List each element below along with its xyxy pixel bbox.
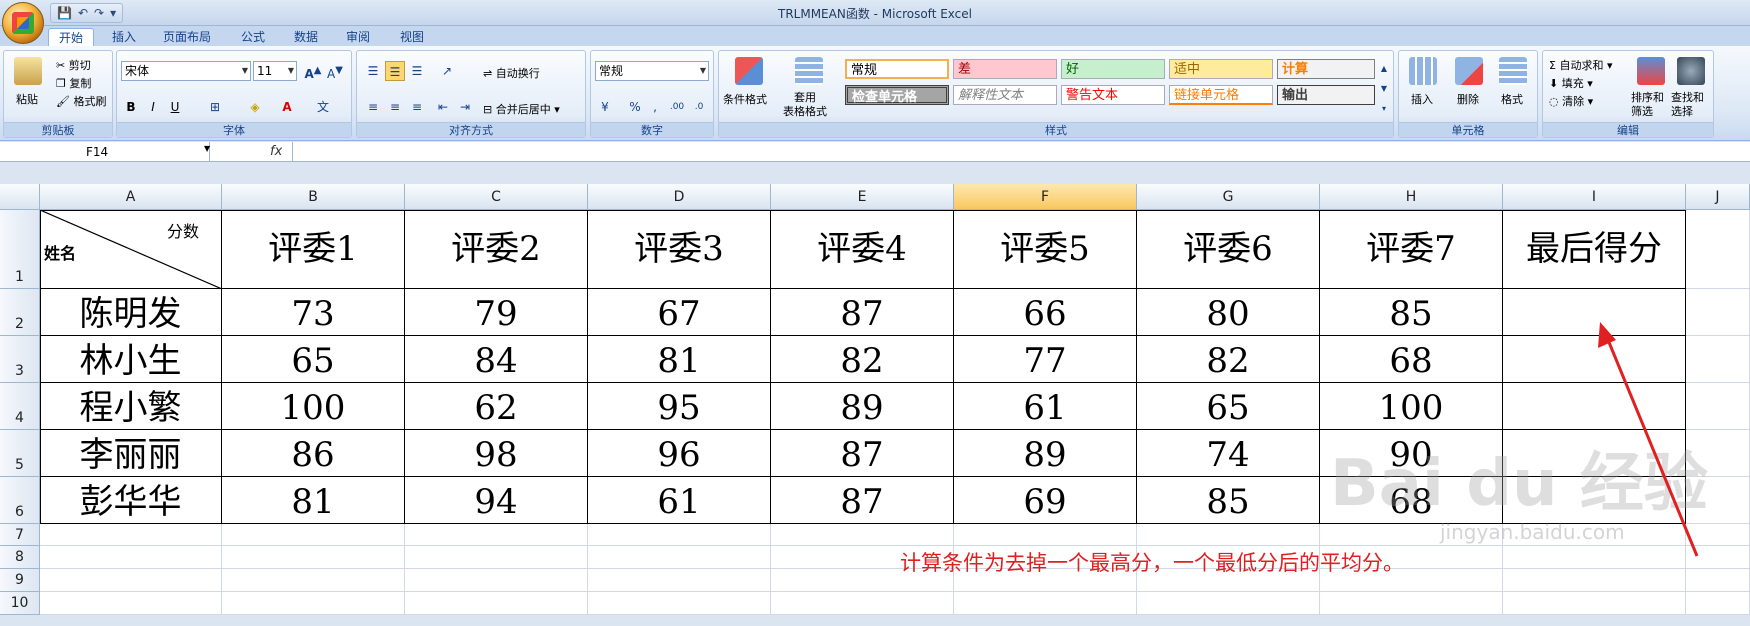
annotation-arrow [1598, 322, 1699, 557]
office-button[interactable] [2, 2, 44, 44]
office-logo-icon [12, 12, 34, 34]
